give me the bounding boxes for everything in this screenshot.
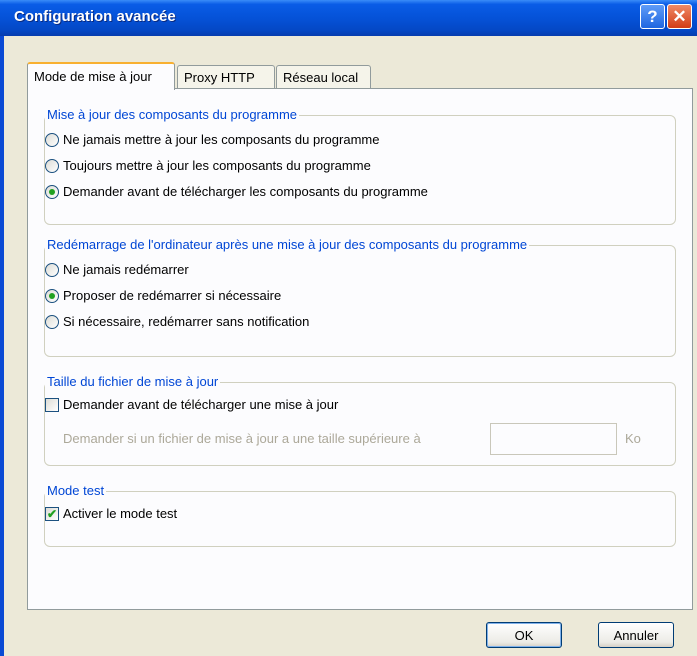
group-title-restart: Redémarrage de l'ordinateur après une mi…: [45, 237, 530, 252]
radio-circle[interactable]: [45, 262, 59, 277]
radio-label: Ne jamais mettre à jour les composants d…: [63, 132, 380, 147]
tab-panel: Mise à jour des composants du programme …: [27, 88, 693, 610]
radio-never-restart[interactable]: Ne jamais redémarrer: [45, 262, 189, 277]
radio-label: Toujours mettre à jour les composants du…: [63, 158, 371, 173]
size-input[interactable]: [490, 423, 617, 455]
radio-circle[interactable]: [45, 288, 59, 303]
checkbox-ask-before-download[interactable]: Demander avant de télécharger une mise à…: [45, 397, 338, 412]
radio-circle[interactable]: [45, 184, 59, 199]
radio-label: Demander avant de télécharger les compos…: [63, 184, 428, 199]
checkbox-label: Demander avant de télécharger une mise à…: [63, 397, 339, 412]
group-test-mode: Mode test ✔ Activer le mode test: [44, 483, 676, 547]
radio-label: Ne jamais redémarrer: [63, 262, 189, 277]
radio-propose-restart[interactable]: Proposer de redémarrer si nécessaire: [45, 288, 281, 303]
group-title-test-mode: Mode test: [45, 483, 107, 498]
tab-local-network[interactable]: Réseau local: [276, 65, 371, 89]
radio-label: Si nécessaire, redémarrer sans notificat…: [63, 314, 310, 329]
radio-never-update[interactable]: Ne jamais mettre à jour les composants d…: [45, 132, 379, 147]
close-icon: ✕: [672, 6, 687, 26]
group-title-program-update: Mise à jour des composants du programme: [45, 107, 300, 122]
window-title: Configuration avancée: [14, 8, 176, 25]
radio-restart-silently[interactable]: Si nécessaire, redémarrer sans notificat…: [45, 314, 309, 329]
tab-proxy-http[interactable]: Proxy HTTP: [177, 65, 275, 89]
ok-button[interactable]: OK: [486, 622, 562, 648]
group-program-update: Mise à jour des composants du programme …: [44, 107, 676, 225]
checkbox-box[interactable]: [45, 397, 59, 412]
checkmark-icon[interactable]: ✔: [45, 506, 59, 521]
checkbox-test-mode[interactable]: ✔ Activer le mode test: [45, 506, 177, 521]
size-prompt-label: Demander si un fichier de mise à jour a …: [63, 431, 421, 446]
radio-circle[interactable]: [45, 132, 59, 147]
group-title-file-size: Taille du fichier de mise à jour: [45, 374, 221, 389]
radio-label: Proposer de redémarrer si nécessaire: [63, 288, 282, 303]
close-button[interactable]: ✕: [667, 4, 692, 29]
radio-always-update[interactable]: Toujours mettre à jour les composants du…: [45, 158, 371, 173]
size-unit-label: Ko: [625, 431, 641, 446]
checkbox-label: Activer le mode test: [63, 506, 178, 521]
help-button[interactable]: ?: [640, 4, 665, 29]
radio-circle[interactable]: [45, 158, 59, 173]
tab-update-mode[interactable]: Mode de mise à jour: [27, 62, 175, 90]
title-bar[interactable]: Configuration avancée ? ✕: [0, 0, 697, 36]
radio-circle[interactable]: [45, 314, 59, 329]
group-file-size: Taille du fichier de mise à jour Demande…: [44, 374, 676, 466]
radio-ask-before-download[interactable]: Demander avant de télécharger les compos…: [45, 184, 428, 199]
dialog-window: Configuration avancée ? ✕ Mode de mise à…: [0, 0, 697, 656]
help-icon: ?: [647, 6, 658, 26]
group-restart: Redémarrage de l'ordinateur après une mi…: [44, 237, 676, 357]
cancel-button[interactable]: Annuler: [598, 622, 674, 648]
